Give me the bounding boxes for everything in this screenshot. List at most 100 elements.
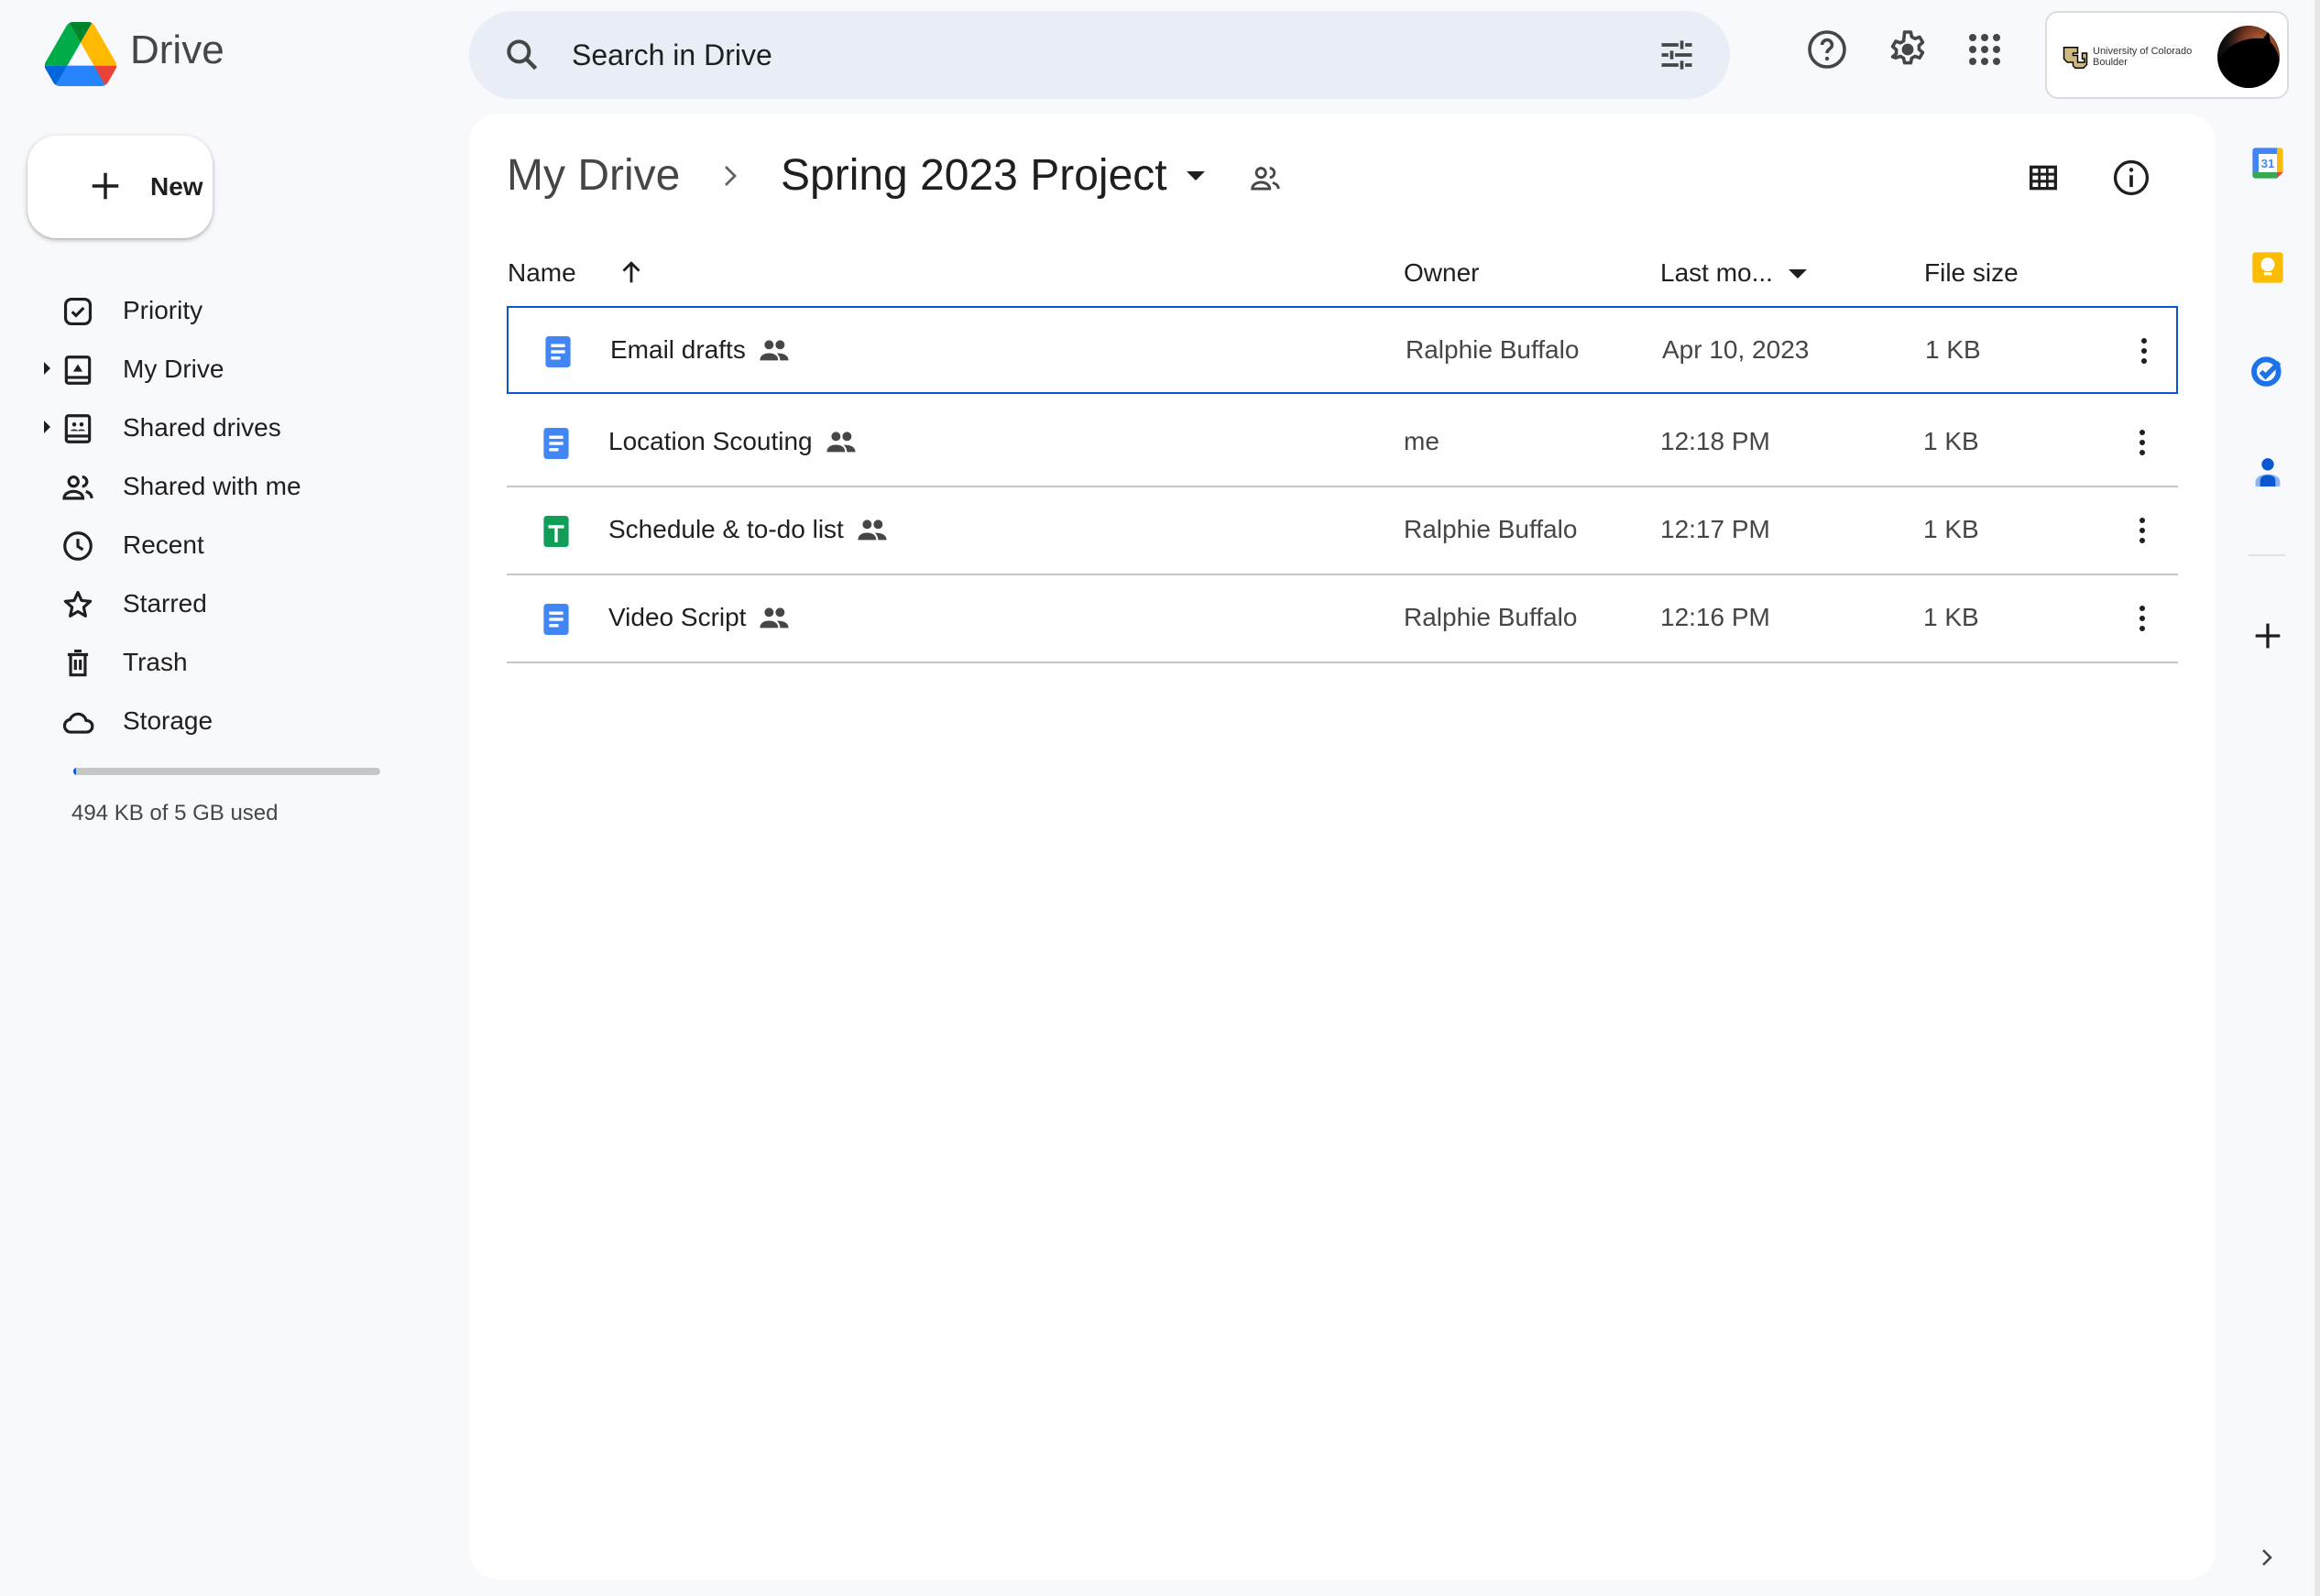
more-actions-icon[interactable]	[2136, 601, 2149, 638]
shared-people-icon	[826, 432, 856, 453]
organization-name: University of Colorado Boulder	[2093, 46, 2212, 68]
sidebar-item-starred[interactable]: Starred	[0, 576, 440, 631]
file-owner: Ralphie Buffalo	[1406, 335, 1580, 364]
file-last-modified: 12:17 PM	[1660, 515, 1770, 543]
star-icon	[63, 590, 93, 618]
file-owner: Ralphie Buffalo	[1404, 515, 1578, 543]
search-input[interactable]	[572, 33, 1580, 77]
avatar[interactable]	[2217, 26, 2280, 88]
file-last-modified: 12:16 PM	[1660, 603, 1770, 631]
shared-folder-icon[interactable]	[1248, 161, 1283, 196]
file-size: 1 KB	[1925, 335, 1981, 364]
file-name: Location Scouting	[608, 427, 813, 455]
sidebar-item-shared-with-me[interactable]: Shared with me	[0, 459, 440, 514]
file-row[interactable]: Email drafts Ralphie Buffalo Apr 10, 2023 1…	[507, 306, 2178, 394]
sidebar-item-storage[interactable]: Storage	[0, 694, 440, 749]
file-owner: me	[1404, 427, 1439, 455]
sidebar-item-priority[interactable]: Priority	[0, 283, 440, 338]
column-header-last-modified[interactable]: Last mo...	[1660, 258, 1773, 288]
org-line-1: University of Colorado	[2093, 46, 2193, 57]
file-row[interactable]: Schedule & to-do list Ralphie Buffalo 12:1…	[507, 487, 2178, 575]
storage-usage-text: 494 KB of 5 GB used	[71, 801, 279, 825]
expand-arrow-icon[interactable]	[44, 362, 50, 375]
search-bar[interactable]	[469, 11, 1730, 99]
window-edge-scrollbar[interactable]	[2315, 0, 2320, 1596]
file-last-modified: Apr 10, 2023	[1662, 335, 1810, 364]
buffalo-silhouette-icon	[2217, 31, 2280, 88]
file-size: 1 KB	[1923, 515, 1979, 543]
sidebar-item-shared-drives[interactable]: Shared drives	[0, 400, 440, 455]
info-icon[interactable]	[2111, 158, 2151, 198]
keep-icon[interactable]	[2249, 249, 2286, 286]
file-size: 1 KB	[1923, 603, 1979, 631]
priority-check-icon	[63, 297, 93, 326]
tasks-icon[interactable]	[2249, 352, 2286, 388]
calendar-icon[interactable]: 31	[2249, 145, 2286, 181]
column-header-owner[interactable]: Owner	[1404, 258, 1479, 288]
sidebar-item-recent[interactable]: Recent	[0, 518, 440, 573]
file-name: Schedule & to-do list	[608, 515, 844, 543]
expand-side-panel-chevron-icon[interactable]	[2256, 1545, 2278, 1570]
file-row[interactable]: Location Scouting me 12:18 PM 1 KB	[507, 399, 2178, 487]
breadcrumb-current-folder[interactable]: Spring 2023 Project	[781, 150, 1167, 201]
google-docs-file-icon	[543, 604, 569, 635]
grid-view-icon[interactable]	[2025, 159, 2062, 196]
settings-icon[interactable]	[1886, 27, 1930, 71]
my-drive-icon	[64, 355, 92, 385]
column-header-name[interactable]: Name	[508, 258, 576, 288]
folder-menu-dropdown-icon[interactable]	[1187, 171, 1205, 180]
cloud-icon	[62, 712, 94, 734]
new-button-label: New	[150, 172, 203, 201]
file-name-cell: Video Script	[608, 603, 790, 632]
google-docs-file-icon	[545, 336, 571, 367]
file-name-cell: Schedule & to-do list	[608, 515, 888, 544]
drive-logo-icon[interactable]	[44, 22, 117, 86]
storage-progress-bar	[73, 768, 380, 775]
file-name-cell: Location Scouting	[608, 427, 857, 456]
sort-dropdown-arrow-icon[interactable]	[1789, 269, 1807, 279]
file-row[interactable]: Video Script Ralphie Buffalo 12:16 PM 1 KB	[507, 575, 2178, 663]
main-content-panel: My Drive Spring 2023 Project Name Owner …	[469, 114, 2216, 1580]
more-actions-icon[interactable]	[2138, 333, 2150, 370]
sidebar-item-label: Recent	[123, 530, 204, 559]
breadcrumb-my-drive[interactable]: My Drive	[507, 150, 680, 201]
side-panel-divider	[2249, 554, 2285, 556]
sidebar-item-label: Shared drives	[123, 413, 281, 442]
expand-arrow-icon[interactable]	[44, 421, 50, 433]
file-name-cell: Email drafts	[610, 335, 790, 365]
google-sheets-file-icon	[543, 516, 569, 547]
chevron-right-icon	[725, 166, 737, 186]
app-name: Drive	[130, 27, 224, 72]
file-size: 1 KB	[1923, 427, 1979, 455]
contacts-icon[interactable]	[2249, 454, 2286, 491]
calendar-day-number: 31	[2261, 157, 2275, 170]
sidebar-item-label: Starred	[123, 589, 207, 618]
storage-progress-fill	[73, 768, 76, 775]
file-last-modified: 12:18 PM	[1660, 427, 1770, 455]
search-options-icon[interactable]	[1657, 35, 1697, 75]
more-actions-icon[interactable]	[2136, 513, 2149, 550]
new-button[interactable]: New	[27, 136, 213, 238]
add-addon-plus-icon[interactable]	[2249, 618, 2286, 654]
shared-people-icon	[858, 519, 887, 541]
sidebar-item-trash[interactable]: Trash	[0, 635, 440, 690]
sidebar-item-label: Shared with me	[123, 472, 301, 500]
sort-ascending-arrow-icon[interactable]	[616, 257, 647, 288]
more-actions-icon[interactable]	[2136, 425, 2149, 462]
file-name: Video Script	[608, 603, 747, 631]
search-icon[interactable]	[502, 35, 542, 75]
sidebar-item-label: My Drive	[123, 355, 224, 383]
plus-icon	[92, 172, 119, 200]
help-icon[interactable]	[1805, 27, 1849, 71]
shared-people-icon	[760, 607, 790, 629]
google-docs-file-icon	[543, 428, 569, 459]
apps-grid-icon[interactable]	[1963, 27, 2007, 71]
shared-people-icon	[760, 340, 789, 361]
column-header-file-size[interactable]: File size	[1924, 258, 2019, 288]
file-name: Email drafts	[610, 335, 746, 364]
sidebar-item-my-drive[interactable]: My Drive	[0, 342, 440, 397]
trash-icon	[67, 649, 89, 677]
clock-icon	[63, 531, 93, 561]
shared-drives-icon	[64, 414, 92, 443]
account-switcher[interactable]: University of Colorado Boulder	[2045, 11, 2289, 99]
